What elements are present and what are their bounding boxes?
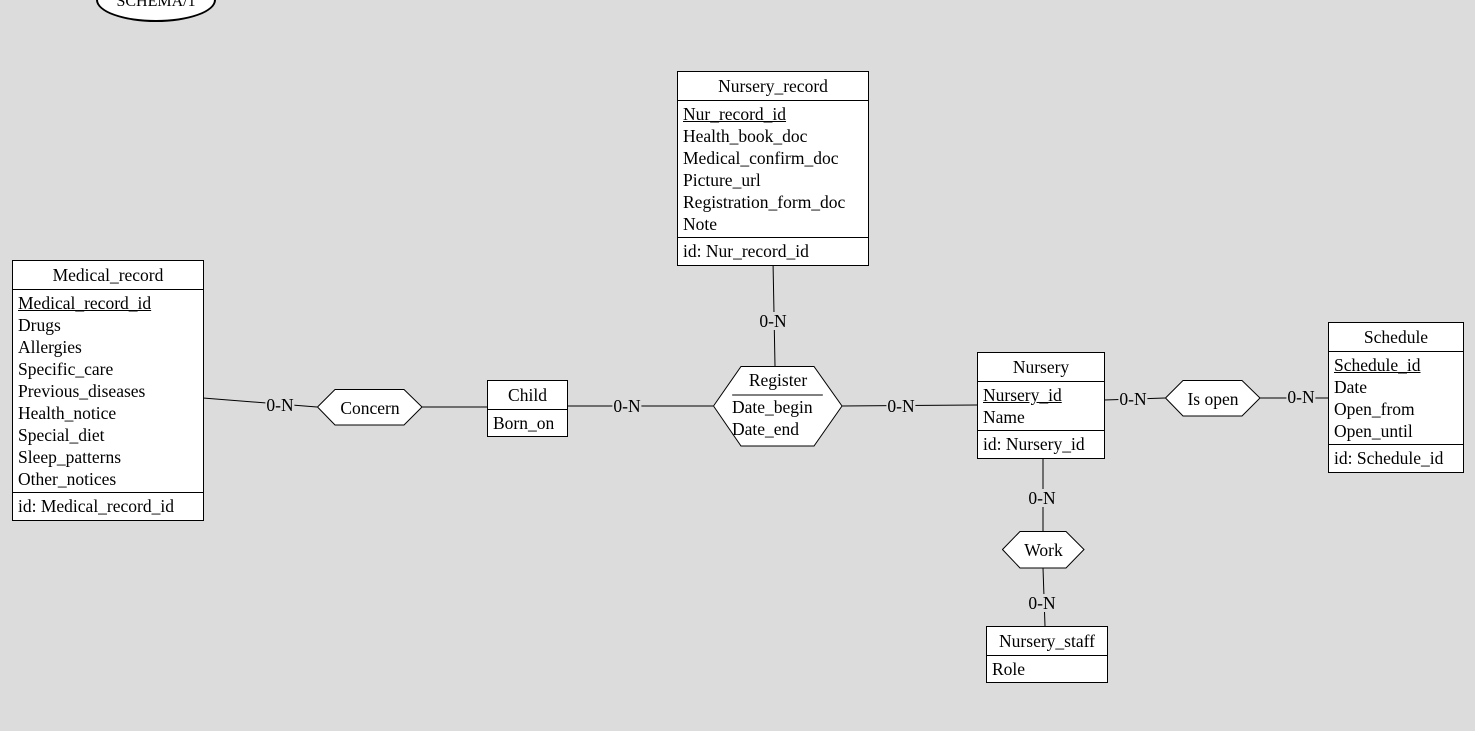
relationship-work[interactable]: Work <box>1002 531 1085 569</box>
attribute: Open_from <box>1334 399 1415 419</box>
attribute: Role <box>992 659 1026 679</box>
attribute: Registration_form_doc <box>683 192 846 212</box>
attribute-list: Born_on <box>488 410 567 436</box>
primary-key-attribute: Nursery_id <box>983 385 1062 405</box>
attribute: Note <box>683 214 718 234</box>
entity-nursery-record[interactable]: Nursery_record Nur_record_id Health_book_d… <box>677 71 869 266</box>
relationship-name: Work <box>1024 540 1063 560</box>
entity-nursery[interactable]: Nursery Nursery_id Name id: Nursery_id <box>977 352 1105 459</box>
attribute: Drugs <box>18 315 61 335</box>
cardinality-label: 0-N <box>1027 593 1057 613</box>
entity-nursery-staff[interactable]: Nursery_staff Role <box>986 626 1108 683</box>
primary-key-attribute: Nur_record_id <box>683 104 787 124</box>
relationship-is-open[interactable]: Is open <box>1165 380 1261 417</box>
identifier: id: Medical_record_id <box>13 492 203 520</box>
identifier: id: Schedule_id <box>1329 444 1463 472</box>
attribute: Name <box>983 407 1025 427</box>
relationship-name: Is open <box>1187 388 1239 409</box>
attribute: Specific_care <box>18 359 114 379</box>
entity-title: Medical_record <box>13 261 203 290</box>
attribute: Health_notice <box>18 403 117 423</box>
relationship-name: Concern <box>340 397 400 418</box>
attribute: Allergies <box>18 337 82 357</box>
attribute: Other_notices <box>18 469 117 489</box>
identifier: id: Nur_record_id <box>678 237 868 265</box>
cardinality-label: 0-N <box>265 395 295 415</box>
attribute-list: Nur_record_id Health_book_doc Medical_conf… <box>678 101 868 237</box>
attribute: Picture_url <box>683 170 761 190</box>
attribute-list: Nursery_id Name <box>978 382 1104 430</box>
cardinality-label: 0-N <box>886 396 916 416</box>
relationship-attribute: Date_end <box>732 419 800 439</box>
cardinality-label: 0-N <box>1027 488 1057 508</box>
relationship-name: Register <box>748 370 808 390</box>
entity-title: Schedule <box>1329 323 1463 352</box>
entity-schedule[interactable]: Schedule Schedule_id Date Open_from Open_unt… <box>1328 322 1464 473</box>
attribute-list: Schedule_id Date Open_from Open_until <box>1329 352 1463 444</box>
primary-key-attribute: Schedule_id <box>1334 355 1421 375</box>
attribute: Born_on <box>493 413 555 433</box>
attribute: Medical_confirm_doc <box>683 148 839 168</box>
entity-title: Child <box>488 381 567 410</box>
attribute: Health_book_doc <box>683 126 808 146</box>
entity-title: Nursery <box>978 353 1104 382</box>
relationship-register[interactable]: Register Date_begin Date_end <box>713 366 843 447</box>
cardinality-label: 0-N <box>1286 387 1316 407</box>
attribute-list: Medical_record_id Drugs Allergies Specific_… <box>13 290 203 492</box>
entity-child[interactable]: Child Born_on <box>487 380 568 437</box>
attribute: Open_until <box>1334 421 1413 441</box>
attribute: Date <box>1334 377 1368 397</box>
attribute: Sleep_patterns <box>18 447 122 467</box>
relationship-attribute: Date_begin <box>732 397 813 417</box>
entity-title: Nursery_staff <box>987 627 1107 656</box>
primary-key-attribute: Medical_record_id <box>18 293 152 313</box>
identifier: id: Nursery_id <box>978 430 1104 458</box>
cardinality-label: 0-N <box>758 311 788 331</box>
attribute-list: Role <box>987 656 1107 682</box>
relationship-concern[interactable]: Concern <box>317 389 423 426</box>
entity-title: Nursery_record <box>678 72 868 101</box>
attribute: Special_diet <box>18 425 105 445</box>
link-line <box>202 397 318 408</box>
cardinality-label: 0-N <box>1118 389 1148 409</box>
attribute: Previous_diseases <box>18 381 146 401</box>
entity-medical-record[interactable]: Medical_record Medical_record_id Drugs Alle… <box>12 260 204 521</box>
cardinality-label: 0-N <box>612 396 642 416</box>
